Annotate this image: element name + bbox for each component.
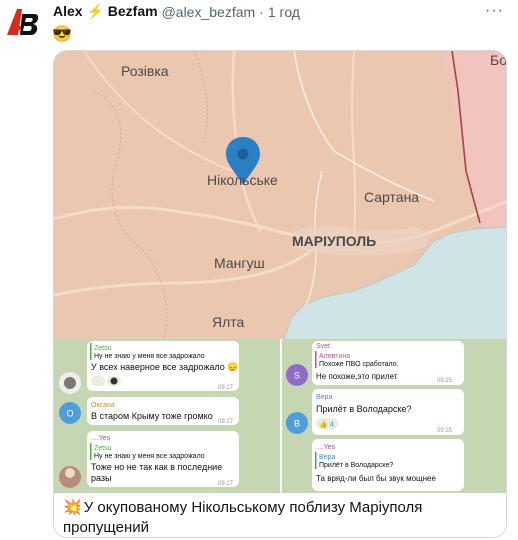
tweet-header: Alex ⚡ Bezfam @alex_bezfam · 1 год	[53, 3, 300, 20]
right-msg2-sender: Вера	[316, 394, 332, 401]
map-label-bo: Бо	[490, 52, 507, 68]
right-msg1-sender: Svet	[316, 343, 330, 350]
right-chat: Svet Алевтина Похоже ПВО сработало. Не п…	[286, 341, 464, 491]
right-msg1-avatar: S	[294, 371, 300, 381]
left-msg3-text-line1: Тоже но не так как в последние	[91, 462, 222, 472]
right-msg3-sender: ....Yes	[316, 444, 336, 451]
right-msg2-reaction-count: 4	[330, 422, 334, 429]
map-label-mariupol: МАРІУПОЛЬ	[292, 233, 376, 249]
map-label-yalta: Ялта	[212, 314, 245, 330]
map-label-nikolske: Нікольське	[207, 172, 278, 188]
burst-icon: 💥	[63, 499, 82, 516]
left-msg3-reply: Ну не знаю у меня все задрожало	[94, 453, 205, 460]
right-msg2-time: 09:25	[437, 428, 453, 434]
right-msg3-reply: Прилёт в Володарске?	[319, 462, 393, 469]
separator-dot: ·	[259, 3, 264, 20]
author-name[interactable]: Alex ⚡ Bezfam	[53, 3, 158, 20]
left-msg2-time: 09:27	[218, 419, 234, 425]
left-msg3-time: 09:27	[218, 481, 234, 487]
left-msg2-sender: Оксана	[91, 402, 115, 409]
left-msg1-time: 09:27	[218, 385, 234, 391]
right-msg1-time: 09:25	[437, 378, 453, 384]
left-msg3-reply-sender: Zetsu	[94, 445, 112, 452]
right-msg3-text: Та вряд-ли был бы звук мощнее	[316, 474, 436, 483]
right-msg2-avatar: В	[294, 419, 300, 429]
more-options-icon[interactable]: ···	[485, 2, 504, 20]
media-card[interactable]: Розівка Нікольське Сартана МАРІУПОЛЬ Ман…	[53, 50, 507, 538]
author-handle[interactable]: @alex_bezfam	[162, 4, 256, 20]
left-msg3-text-line2: разы	[91, 473, 112, 483]
right-msg1-reply: Похоже ПВО сработало.	[319, 360, 399, 368]
map-label-sartana: Сартана	[364, 189, 419, 205]
map-label-manhush: Мангуш	[214, 255, 265, 271]
map-image[interactable]: Розівка Нікольське Сартана МАРІУПОЛЬ Ман…	[54, 51, 507, 339]
left-msg2-avatar: О	[66, 409, 73, 419]
author-avatar[interactable]	[4, 4, 40, 40]
right-msg1-reply-sender: Алевтина	[319, 353, 350, 360]
caption-text: У окупованому Нікольському поблизу Маріу…	[63, 499, 423, 536]
right-msg2-text: Прилёт в Володарске?	[316, 404, 411, 414]
map-label-rozivka: Розівка	[121, 63, 169, 79]
left-msg2-text: В старом Крыму тоже громко	[91, 411, 213, 421]
thumbs-up-icon: 👍	[319, 420, 328, 429]
left-msg1-reply: Ну не знаю у меня все задрожало	[94, 353, 205, 360]
card-caption[interactable]: 💥 У окупованому Нікольському поблизу Марі…	[54, 493, 506, 537]
tweet-text: 😎	[52, 26, 72, 43]
left-msg1-sender: Zetsu	[94, 345, 112, 352]
left-msg3-sender: ....Yes	[91, 435, 111, 442]
chat-screenshots[interactable]: Zetsu Ну не знаю у меня все задрожало У …	[54, 339, 507, 493]
left-msg1-text: У всех наверное все задрожало 😞	[91, 362, 238, 372]
tweet-timestamp[interactable]: 1 год	[268, 4, 300, 20]
right-msg3-reply-sender: Вера	[319, 454, 335, 461]
right-msg1-text: Не похоже,это прилет	[316, 372, 398, 381]
